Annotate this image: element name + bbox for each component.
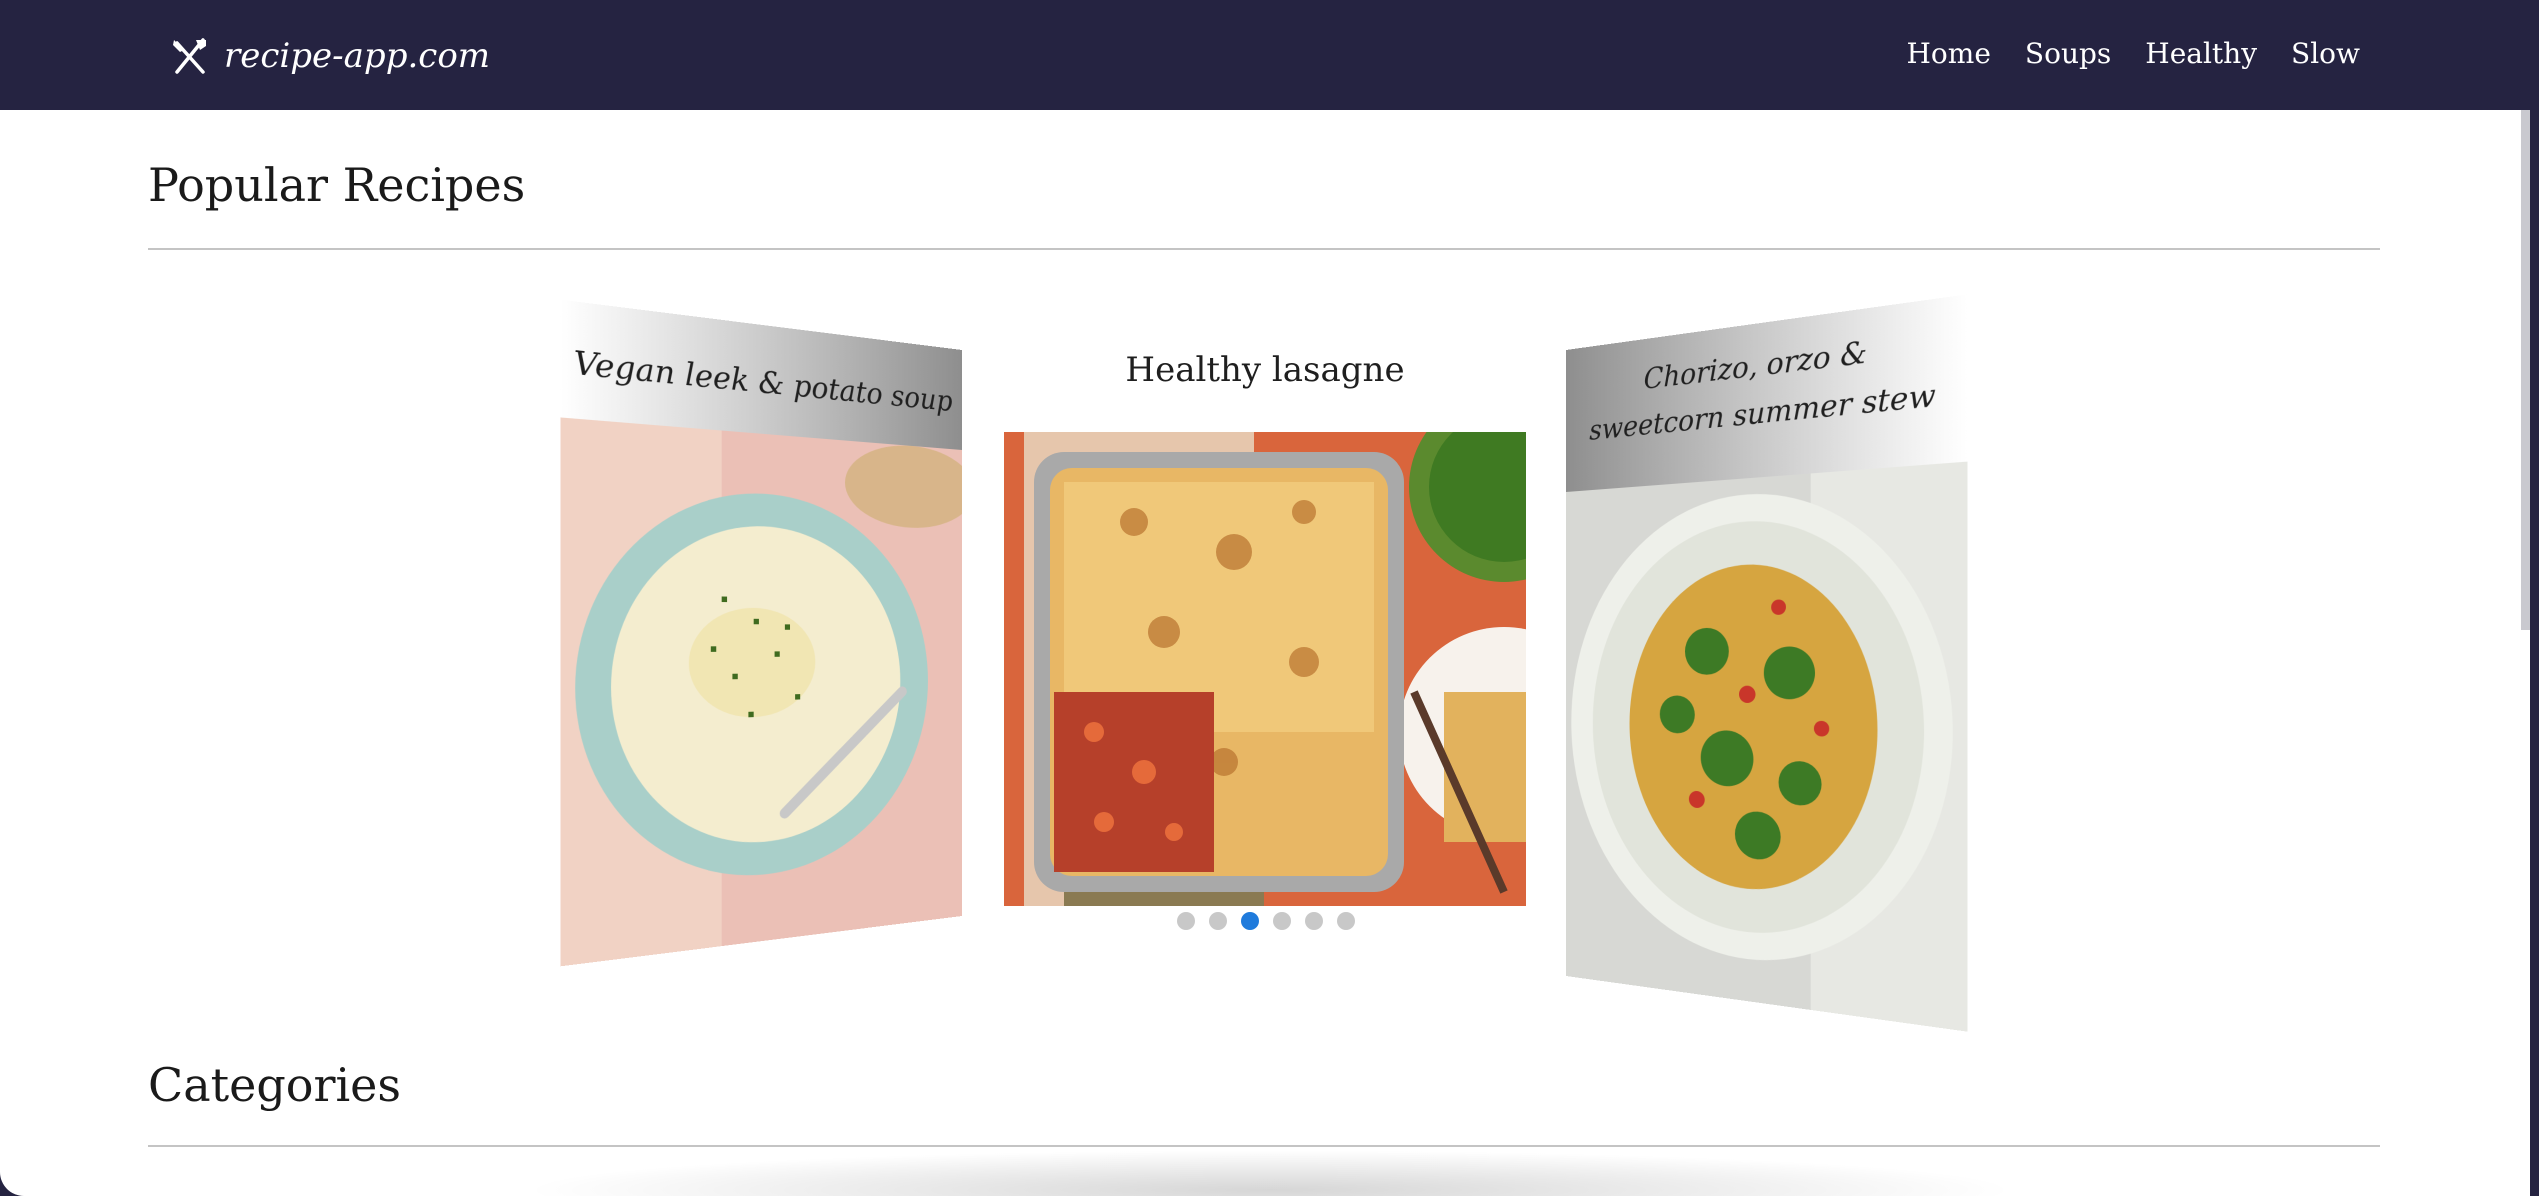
nav-link-home[interactable]: Home	[1907, 30, 1991, 78]
scrollbar[interactable]	[2521, 110, 2530, 630]
nav-link-slow[interactable]: Slow	[2291, 30, 2360, 78]
leek-potato-soup-image	[560, 417, 962, 967]
navbar: recipe-app.com Home Soups Healthy Slow	[0, 0, 2530, 110]
categories-card-shadow	[520, 1150, 2020, 1196]
nav-links: Home Soups Healthy Slow	[1907, 30, 2361, 78]
nav-link-healthy[interactable]: Healthy	[2145, 30, 2257, 78]
slide-title: Chorizo, orzo & sweetcorn summer stew	[1589, 335, 1936, 447]
categories-title: Categories	[148, 1058, 401, 1112]
slide-title: Vegan leek & potato soup	[573, 343, 953, 419]
categories-divider	[148, 1145, 2380, 1147]
carousel-dot-5[interactable]	[1305, 912, 1323, 930]
page: recipe-app.com Home Soups Healthy Slow P…	[0, 0, 2530, 1196]
popular-recipes-divider	[148, 248, 2380, 250]
slide-title: Healthy lasagne	[1125, 350, 1405, 390]
popular-recipes-title: Popular Recipes	[148, 158, 526, 212]
utensils-crossed-icon	[173, 38, 206, 74]
carousel-slide-center[interactable]: Healthy lasagne	[1004, 330, 1526, 906]
carousel-slide-left[interactable]: Vegan leek & potato soup	[560, 299, 962, 967]
brand-link[interactable]: recipe-app.com	[170, 28, 490, 84]
nav-link-soups[interactable]: Soups	[2025, 30, 2111, 78]
carousel-dot-1[interactable]	[1177, 912, 1195, 930]
carousel-dot-3[interactable]	[1241, 912, 1259, 930]
brand-text: recipe-app.com	[224, 36, 491, 76]
carousel-dot-6[interactable]	[1337, 912, 1355, 930]
carousel-dot-2[interactable]	[1209, 912, 1227, 930]
recipe-carousel: Vegan leek & potato soup Healthy lasagne…	[560, 294, 1980, 1032]
carousel-dot-4[interactable]	[1273, 912, 1291, 930]
chorizo-orzo-stew-image	[1566, 461, 1968, 1032]
carousel-slide-right[interactable]: Chorizo, orzo & sweetcorn summer stew	[1566, 294, 1968, 1032]
carousel-dots	[1177, 912, 1355, 930]
lasagne-image	[1004, 432, 1526, 906]
